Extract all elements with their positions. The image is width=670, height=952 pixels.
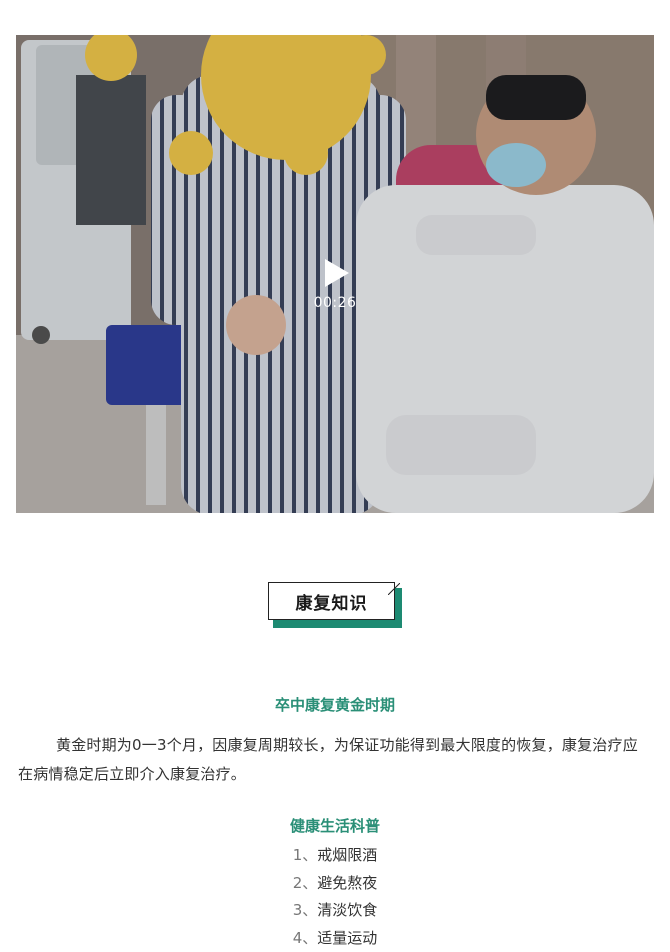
list-item-text: 避免熬夜 — [317, 874, 377, 892]
section-banner: 康复知识 — [268, 582, 402, 628]
play-icon[interactable] — [319, 257, 351, 289]
list-item: 3、清淡饮食 — [0, 897, 670, 925]
video-player[interactable]: 00:26 — [16, 35, 654, 513]
health-tips-list: 1、戒烟限酒 2、避免熬夜 3、清淡饮食 4、适量运动 — [0, 842, 670, 952]
list-item-text: 适量运动 — [317, 929, 377, 947]
banner-title: 康复知识 — [296, 589, 368, 614]
list-item-text: 戒烟限酒 — [317, 846, 377, 864]
article-heading-golden-period: 卒中康复黄金时期 — [0, 694, 670, 715]
article-paragraph: 黄金时期为0一3个月，因康复周期较长，为保证功能得到最大限度的恢复，康复治疗应在… — [18, 731, 652, 789]
list-item-number: 1、 — [293, 846, 318, 864]
list-item: 2、避免熬夜 — [0, 870, 670, 898]
banner-corner-icon — [388, 583, 400, 595]
video-duration: 00:26 — [285, 295, 385, 311]
list-item-number: 4、 — [293, 929, 318, 947]
list-item-number: 3、 — [293, 901, 318, 919]
list-item-text: 清淡饮食 — [317, 901, 377, 919]
banner-box: 康复知识 — [268, 582, 395, 620]
list-item: 4、适量运动 — [0, 925, 670, 952]
list-item-number: 2、 — [293, 874, 318, 892]
article-heading-health-tips: 健康生活科普 — [0, 815, 670, 836]
list-item: 1、戒烟限酒 — [0, 842, 670, 870]
